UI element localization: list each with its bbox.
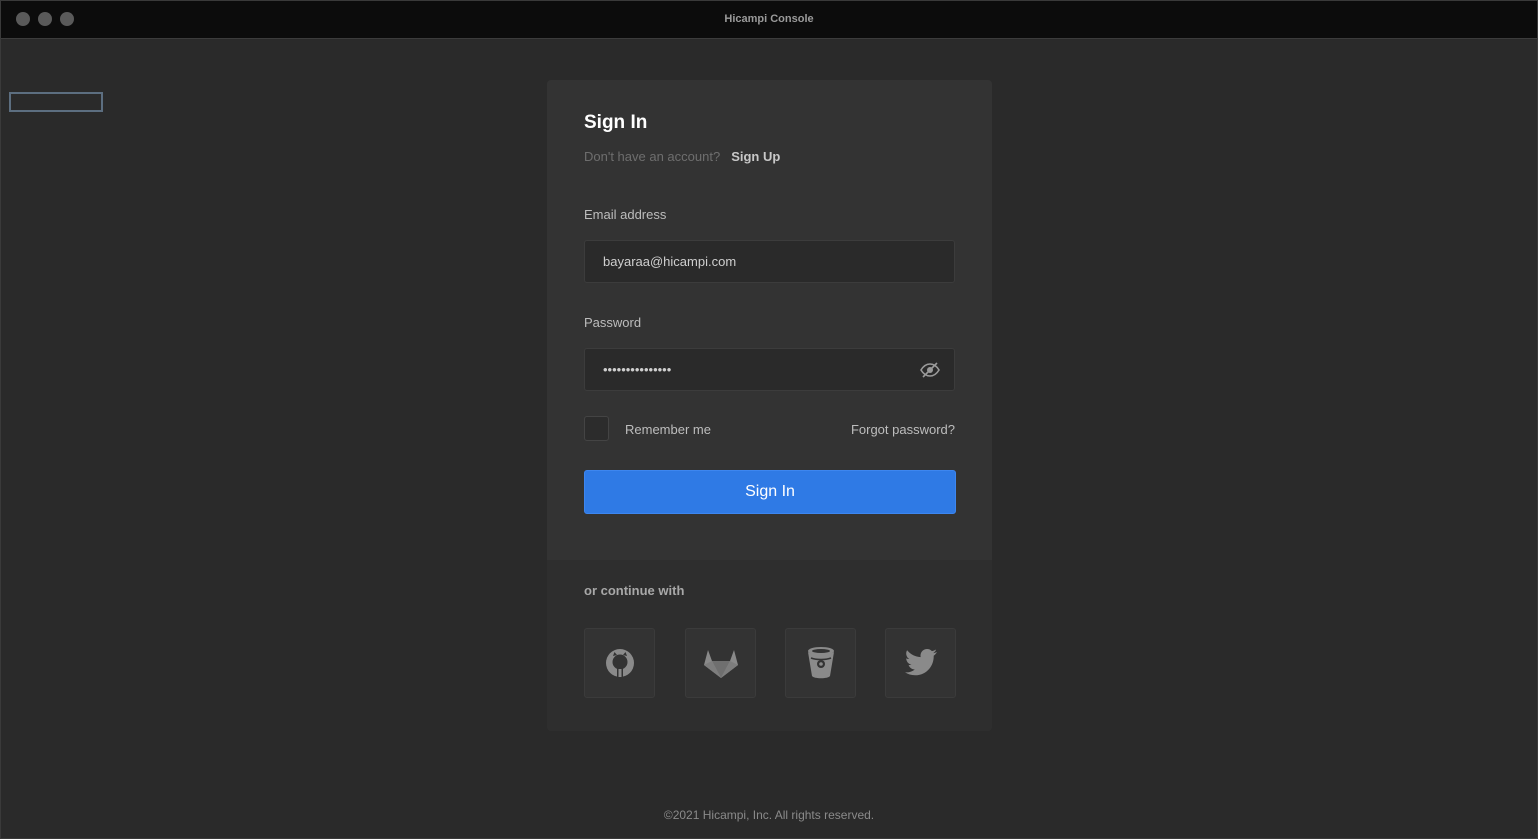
github-button[interactable] [584,628,655,698]
signup-link[interactable]: Sign Up [731,149,780,164]
or-continue-label: or continue with [584,583,685,598]
window-title: Hicampi Console [724,13,814,25]
signin-card: Sign In Don't have an account? Sign Up Em… [547,80,992,731]
github-icon [605,649,634,677]
email-label: Email address [584,207,667,222]
app-window: Hicampi Console Sign In Don't have an ac… [0,0,1538,839]
remember-me-checkbox[interactable] [584,416,609,441]
bitbucket-icon [807,647,834,679]
signin-heading: Sign In [584,112,648,133]
bitbucket-button[interactable] [785,628,856,698]
title-bar: Hicampi Console [1,1,1537,39]
footer-copyright: ©2021 Hicampi, Inc. All rights reserved. [663,808,875,822]
eye-slash-icon[interactable] [919,361,941,379]
twitter-button[interactable] [885,628,956,698]
no-account-text: Don't have an account? [584,149,721,164]
password-label: Password [584,315,642,330]
twitter-icon [904,649,937,676]
email-field[interactable]: bayaraa@hicampi.com [584,240,955,283]
gitlab-button[interactable] [685,628,756,698]
signin-button[interactable]: Sign In [584,470,956,514]
gitlab-icon [703,650,738,678]
signup-prompt: Don't have an account? Sign Up [584,149,780,164]
forgot-password-link[interactable]: Forgot password? [851,422,955,437]
remember-me-label[interactable]: Remember me [625,422,711,437]
password-field[interactable]: ••••••••••••••• [584,348,955,391]
focus-outline-box [9,92,103,112]
